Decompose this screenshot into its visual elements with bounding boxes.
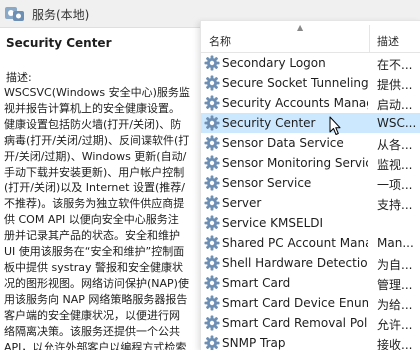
selected-service-name: Security Center <box>6 36 112 50</box>
service-row[interactable]: Server 支持... <box>201 193 420 213</box>
service-row[interactable]: Smart Card Device Enum... 为给... <box>201 293 420 313</box>
service-description-cell: 提供... <box>377 78 413 92</box>
service-name: Sensor Service <box>222 176 312 190</box>
gear-icon <box>204 95 220 111</box>
description-line: 况的图形视图。网络访问保护(NAP)使 <box>4 276 189 290</box>
service-row[interactable]: Shell Hardware Detection 为自... <box>201 253 420 273</box>
service-description-cell: 允许... <box>377 318 413 332</box>
service-name: Secondary Logon <box>222 56 326 70</box>
gear-icon <box>204 55 220 71</box>
service-description-cell: 一项... <box>377 178 413 192</box>
service-row[interactable]: Sensor Monitoring Service 监视... <box>201 153 420 173</box>
gear-icon <box>204 295 220 311</box>
gear-icon <box>204 115 220 131</box>
service-name: Server <box>222 196 262 210</box>
service-description: WSCSVC(Windows 安全中心)服务监 视并报告计算机上的安全健康设置。健… <box>4 85 198 350</box>
service-row[interactable]: Smart Card Removal Poli... 允许... <box>201 313 420 333</box>
gear-icon <box>204 255 220 271</box>
service-name: Security Accounts Manag... <box>222 96 368 110</box>
gear-icon <box>204 235 220 251</box>
gear-icon <box>204 175 220 191</box>
description-label: 描述: <box>6 71 32 84</box>
sort-ascending-icon: ▲ <box>297 23 304 32</box>
service-description-cell: 接收... <box>377 338 413 350</box>
service-row[interactable]: Secure Socket Tunneling ... 提供... <box>201 73 420 93</box>
description-line: 开/关闭/过期)、Windows 更新(自动/ <box>4 149 187 163</box>
service-name: Sensor Monitoring Service <box>222 156 368 170</box>
service-row[interactable]: Sensor Data Service 从各... <box>201 133 420 153</box>
gear-icon <box>204 135 220 151</box>
gear-icon <box>204 275 220 291</box>
service-description-cell: 从各... <box>377 138 413 152</box>
service-description-cell: 在不... <box>377 58 413 72</box>
service-rows: Secondary Logon 在不... Secure Socket Tunnel… <box>201 53 420 350</box>
gear-icon <box>204 155 220 171</box>
description-line: (打开/关闭)以及 Internet 设置(推荐/ <box>4 181 185 195</box>
service-name: Secure Socket Tunneling ... <box>222 76 368 90</box>
service-description-cell: 为自... <box>377 258 413 272</box>
description-line: UI 使用该服务在“安全和维护”控制面 <box>4 245 185 259</box>
column-divider[interactable] <box>369 25 370 53</box>
service-row[interactable]: Sensor Service 一项... <box>201 173 420 193</box>
gear-icon <box>204 195 220 211</box>
gear-icon <box>204 75 220 91</box>
service-row[interactable]: SNMP Trap 接收... <box>201 333 420 350</box>
service-row[interactable]: Security Accounts Manag... 启动... <box>201 93 420 113</box>
services-list[interactable]: ▲ 名称 描述 Secondary Logon 在不... Secure Socke… <box>200 20 420 350</box>
gear-icon <box>204 315 220 331</box>
service-name: Smart Card <box>222 276 291 290</box>
service-name: Sensor Data Service <box>222 136 344 150</box>
gear-icon <box>204 215 220 231</box>
description-line: 视并报告计算机上的安全健康设置。 <box>4 101 180 115</box>
service-description-cell: WSC... <box>377 116 417 130</box>
description-line: 供 COM API 以便向安全中心服务注 <box>4 213 179 227</box>
description-line: 络隔离决策。该服务还提供一个公共 <box>4 324 180 338</box>
description-line: 用该服务向 NAP 网络策略服务器报告 <box>4 292 188 306</box>
service-row[interactable]: Service KMSELDI <box>201 213 420 233</box>
service-description-cell: Man... <box>377 236 414 250</box>
list-header: ▲ 名称 描述 <box>201 21 420 53</box>
service-row[interactable]: Smart Card 管理... <box>201 273 420 293</box>
description-line: 板中提供 systray 警报和安全健康状 <box>4 260 184 274</box>
description-line: 册并记录其产品的状态。安全和维护 <box>4 229 180 243</box>
service-row-selected[interactable]: Security Center WSC... <box>201 113 420 133</box>
description-line: 不推荐)。该服务为独立软件供应商提 <box>4 197 185 211</box>
description-line: 手动下载并安装更新)、用户帐户控制 <box>4 165 185 179</box>
gear-icon <box>204 335 220 350</box>
service-name: Security Center <box>222 116 316 130</box>
description-line: 健康设置包括防火墙(打开/关闭)、防 <box>4 117 182 131</box>
service-description-cell: 启动... <box>377 98 413 112</box>
service-row[interactable]: Secondary Logon 在不... <box>201 53 420 73</box>
description-line: 客户端的安全健康状况，以便进行网 <box>4 308 180 322</box>
service-name: Smart Card Removal Poli... <box>222 316 368 330</box>
service-details-pane: Security Center 描述: WSCSVC(Windows 安全中心)… <box>0 28 200 350</box>
services-icon <box>4 5 26 27</box>
window-title: 服务(本地) <box>32 8 90 22</box>
service-name: Service KMSELDI <box>222 216 324 230</box>
service-description-cell: 监视... <box>377 158 413 172</box>
service-name: Shell Hardware Detection <box>222 256 368 270</box>
column-header-name[interactable]: 名称 <box>209 33 231 49</box>
description-line: 病毒(打开/关闭/过期)、反间谍软件(打 <box>4 133 190 147</box>
column-header-description[interactable]: 描述 <box>377 33 399 49</box>
service-name: Shared PC Account Mana... <box>222 236 368 250</box>
service-name: Smart Card Device Enum... <box>222 296 368 310</box>
service-description-cell: 管理... <box>377 278 413 292</box>
service-row[interactable]: Shared PC Account Mana... Man... <box>201 233 420 253</box>
service-name: SNMP Trap <box>222 336 286 350</box>
service-description-cell: 为给... <box>377 298 413 312</box>
description-line: WSCSVC(Windows 安全中心)服务监 <box>4 86 190 99</box>
service-description-cell: 支持... <box>377 198 413 212</box>
description-line: API，以允许外部客户以编程方式检索 <box>4 340 187 350</box>
